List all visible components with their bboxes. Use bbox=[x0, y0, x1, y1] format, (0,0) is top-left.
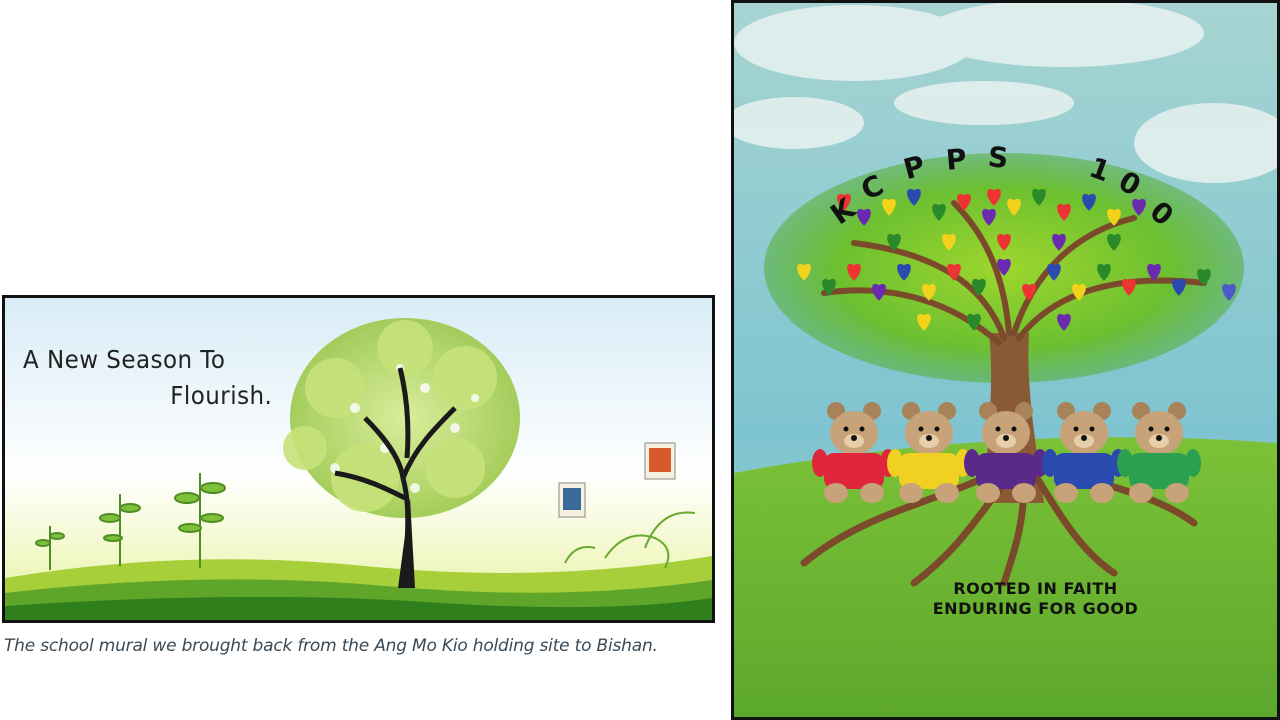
mural-title: A New Season To Flourish. bbox=[23, 342, 272, 414]
teddy-bear bbox=[887, 402, 971, 503]
motto-line-2: ENDURING FOR GOOD bbox=[932, 599, 1139, 618]
mural-title-line-2: Flourish. bbox=[170, 381, 273, 410]
teddy-bear bbox=[964, 402, 1048, 503]
mural-image: A New Season To Flourish. bbox=[2, 295, 715, 623]
mural-title-line-1: A New Season To bbox=[23, 345, 226, 374]
teddy-bear bbox=[1042, 402, 1126, 503]
teddy-bear bbox=[812, 402, 896, 503]
motto-line-1: ROOTED IN FAITH bbox=[953, 579, 1118, 598]
arc-letter: P bbox=[944, 142, 968, 177]
motto: ROOTED IN FAITH ENDURING FOR GOOD bbox=[734, 579, 1277, 619]
teddy-bear bbox=[1117, 402, 1201, 503]
centenary-poster: K C P P S 1 0 0 ROOTED IN FAITH ENDURING… bbox=[731, 0, 1280, 720]
teddy-bears bbox=[812, 402, 1201, 503]
image-caption: The school mural we brought back from th… bbox=[4, 636, 658, 656]
arc-letter: S bbox=[986, 140, 1010, 175]
